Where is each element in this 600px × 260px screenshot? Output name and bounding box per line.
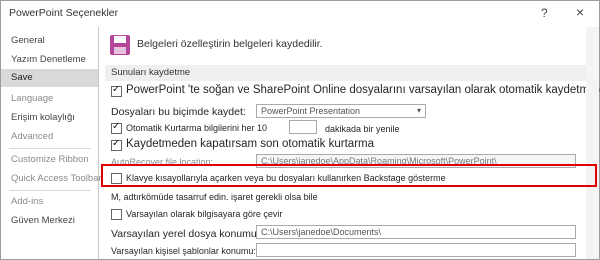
autorecover-minutes-spinner[interactable]: [289, 120, 317, 134]
keep-last-autorecover-label: Kaydetmeden kapatırsam son otomatik kurt…: [126, 138, 375, 150]
sidebar-item-add-ins[interactable]: Add-ins: [1, 193, 98, 211]
autorecover-label: Otomatik Kurtarma bilgilerini her 10: [126, 123, 268, 133]
save-format-dropdown[interactable]: PowerPoint Presentation ▾: [256, 104, 426, 118]
autosave-onedrive-checkbox[interactable]: [111, 84, 122, 97]
sidebar-item-language[interactable]: Language: [1, 90, 98, 108]
dialog-title: PowerPoint Seçenekler: [9, 7, 119, 19]
default-local-location-label: Varsayılan yerel dosya konumu:: [111, 228, 260, 240]
sidebar-item-trust-center[interactable]: Güven Merkezi: [1, 212, 98, 230]
save-options-panel: Belgeleri özelleştirin belgeleri kaydedi…: [99, 27, 600, 259]
highlight-box: [101, 164, 597, 187]
sidebar-divider: [9, 190, 91, 191]
sidebar-item-general[interactable]: General: [1, 32, 98, 50]
scrollbar[interactable]: [586, 27, 599, 259]
personal-templates-label: Varsayılan kişisel şablonlar konumu:: [111, 246, 256, 256]
default-computer-label: Varsayılan olarak bilgisayara göre çevir: [126, 209, 283, 219]
sidebar-divider: [9, 148, 91, 149]
chevron-down-icon: ▾: [416, 106, 421, 115]
save-format-label: Dosyaları bu biçimde kaydet:: [111, 106, 246, 118]
autorecover-checkbox[interactable]: [111, 121, 122, 134]
close-icon[interactable]: ×: [576, 4, 584, 20]
signin-note: M, adtırkömüde tasarruf edin. işaret ger…: [111, 192, 318, 202]
sidebar-item-save[interactable]: Save: [1, 69, 98, 87]
keep-last-autorecover-checkbox[interactable]: [111, 138, 122, 151]
personal-templates-field[interactable]: [256, 243, 576, 257]
sidebar: General Yazım Denetleme Save Language Er…: [1, 27, 102, 259]
sidebar-item-accessibility[interactable]: Erişim kolaylığı: [1, 109, 98, 127]
autosave-onedrive-label: PowerPoint 'te soğan ve SharePoint Onlin…: [126, 84, 600, 96]
page-header: Belgeleri özelleştirin belgeleri kaydedi…: [137, 38, 323, 50]
save-format-value: PowerPoint Presentation: [261, 106, 361, 116]
options-dialog: PowerPoint Seçenekler ? × General Yazım …: [0, 0, 600, 260]
save-icon: [110, 35, 130, 55]
default-local-location-field[interactable]: C:\Users\janedoe\Documents\: [256, 225, 576, 239]
title-bar: PowerPoint Seçenekler ? ×: [1, 1, 599, 27]
sidebar-item-advanced[interactable]: Advanced: [1, 128, 98, 146]
sidebar-item-quick-access-toolbar[interactable]: Quick Access Toolbar: [1, 170, 102, 188]
sidebar-item-proofing[interactable]: Yazım Denetleme: [1, 51, 98, 69]
minutes-label: dakikada bir yenile: [325, 124, 400, 134]
default-computer-checkbox[interactable]: [111, 209, 122, 220]
section-header: Sunuları kaydetme: [105, 65, 591, 81]
section-title: Sunuları kaydetme: [111, 67, 191, 78]
sidebar-item-customize-ribbon[interactable]: Customize Ribbon: [1, 151, 98, 169]
help-icon[interactable]: ?: [541, 6, 548, 20]
